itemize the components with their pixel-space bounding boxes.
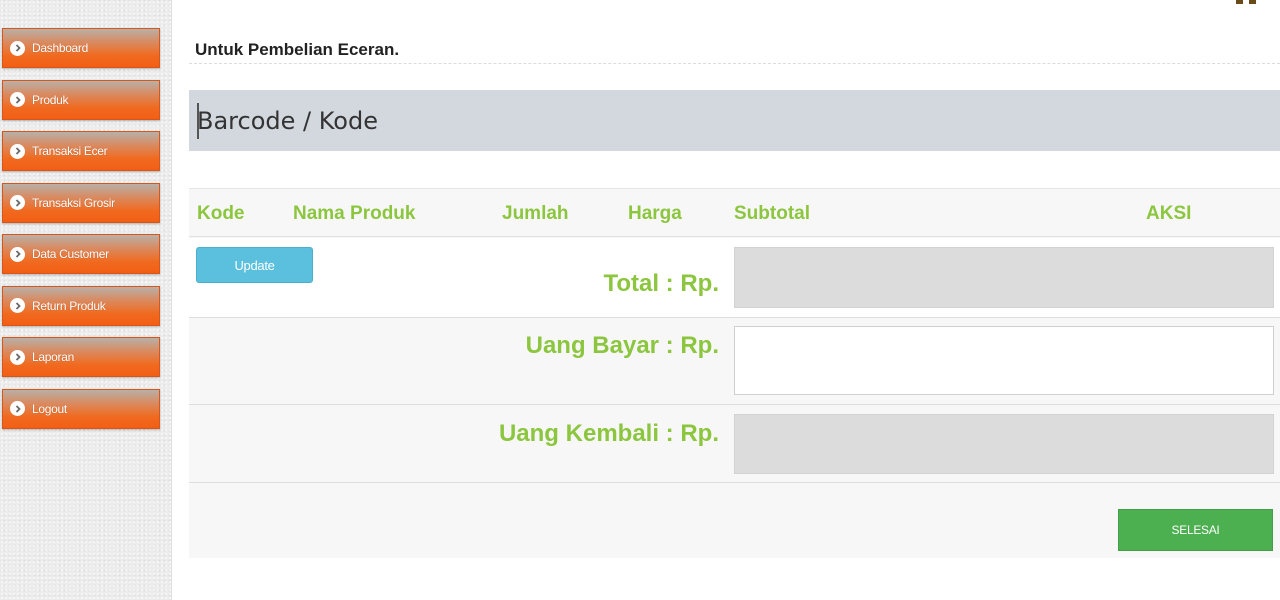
sidebar-item-label: Produk [32, 92, 69, 107]
chevron-right-icon [10, 349, 25, 365]
sidebar-item-label: Dashboard [32, 41, 89, 55]
sidebar-item-transaksi-ecer[interactable]: Transaksi Ecer [2, 131, 160, 171]
page-title: Untuk Pembelian Eceran. [195, 40, 400, 59]
column-header-harga: Harga [628, 203, 682, 224]
sidebar-item-return-produk[interactable]: Return Produk [2, 285, 160, 326]
column-header-kode: Kode [197, 203, 245, 224]
sidebar-item-laporan[interactable]: Laporan [2, 337, 160, 377]
column-header-subtotal: Subtotal [734, 203, 810, 224]
total-label: Total : Rp. [603, 270, 719, 297]
chevron-right-icon [10, 40, 25, 56]
update-button[interactable]: Update [196, 247, 313, 283]
total-row: Total : Rp. [189, 238, 1280, 318]
sidebar-item-label: Transaksi Ecer [32, 144, 108, 158]
uang-bayar-input[interactable] [734, 326, 1274, 395]
chevron-right-icon [10, 401, 25, 416]
barcode-input[interactable] [189, 90, 1280, 151]
sidebar-menu: Dashboard Produk Transaksi Ecer Transaks… [0, 0, 171, 429]
sidebar: Dashboard Produk Transaksi Ecer Transaks… [0, 0, 172, 600]
uang-kembali-row: Uang Kembali : Rp. [189, 406, 1280, 483]
column-header-nama-produk: Nama Produk [293, 203, 416, 224]
sidebar-item-label: Data Customer [32, 247, 109, 261]
uang-kembali-field [734, 414, 1274, 474]
table-header-row: Kode Nama Produk Jumlah Harga Subtotal A… [189, 189, 1280, 237]
chevron-right-icon [10, 298, 25, 313]
main-content: Untuk Pembelian Eceran. Kode Nama Produk… [189, 0, 1280, 600]
sidebar-item-produk[interactable]: Produk [2, 79, 160, 120]
chevron-right-icon [10, 143, 25, 159]
uang-kembali-label: Uang Kembali : Rp. [498, 420, 719, 447]
title-divider [189, 63, 1280, 64]
sidebar-item-dashboard[interactable]: Dashboard [2, 28, 160, 68]
sidebar-item-logout[interactable]: Logout [2, 388, 160, 429]
sidebar-item-label: Transaksi Grosir [32, 195, 115, 210]
uang-bayar-row: Uang Bayar : Rp. [189, 319, 1280, 405]
sidebar-item-data-customer[interactable]: Data Customer [2, 234, 160, 274]
selesai-button[interactable]: SELESAI [1118, 509, 1273, 551]
column-header-aksi: AKSI [1146, 203, 1192, 224]
transaction-panel: Kode Nama Produk Jumlah Harga Subtotal A… [189, 188, 1280, 558]
sidebar-item-label: Return Produk [32, 298, 106, 313]
sidebar-item-label: Logout [32, 401, 67, 416]
chevron-right-icon [10, 92, 25, 107]
text-caret [197, 103, 199, 139]
chevron-right-icon [10, 246, 25, 262]
uang-bayar-label: Uang Bayar : Rp. [525, 332, 719, 359]
sidebar-item-transaksi-grosir[interactable]: Transaksi Grosir [2, 182, 160, 223]
column-header-jumlah: Jumlah [502, 203, 569, 224]
total-field [734, 247, 1274, 308]
sidebar-item-label: Laporan [32, 350, 74, 364]
chevron-right-icon [10, 195, 25, 210]
